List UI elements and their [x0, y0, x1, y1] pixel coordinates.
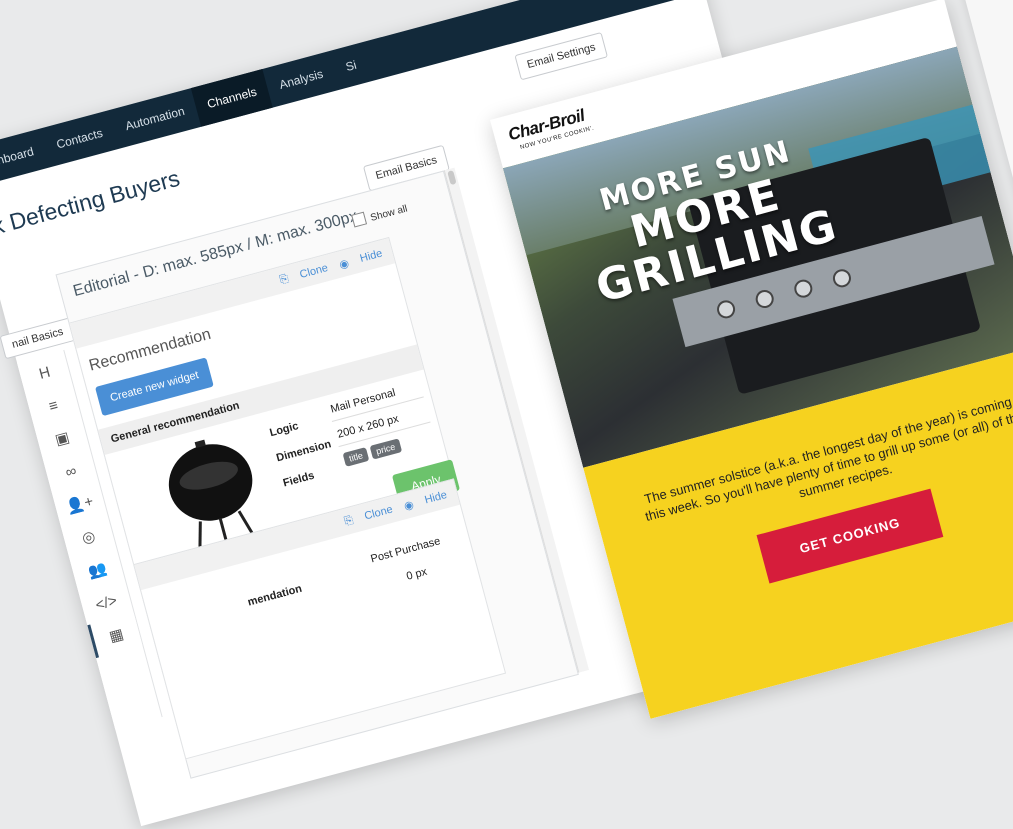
- clone-icon[interactable]: ⎘: [278, 272, 290, 287]
- page-title: ck Defecting Buyers: [0, 164, 183, 243]
- field-chip-title[interactable]: title: [342, 447, 370, 467]
- email-settings-button[interactable]: Email Settings: [514, 31, 609, 81]
- section-title-2: mendation: [246, 582, 304, 609]
- hide-link[interactable]: Hide: [423, 489, 448, 506]
- clone-icon[interactable]: ⎘: [343, 514, 355, 529]
- hide-icon[interactable]: ◉: [338, 256, 350, 271]
- show-all-label: Show all: [369, 203, 409, 224]
- field-chip-price[interactable]: price: [369, 438, 402, 460]
- dimension-value-2[interactable]: 0 px: [405, 566, 428, 583]
- logic-label: Logic: [268, 420, 300, 440]
- nav-contacts[interactable]: Contacts: [40, 110, 119, 167]
- hide-icon[interactable]: ◉: [402, 497, 415, 512]
- show-all-checkbox[interactable]: [351, 211, 368, 228]
- nav-automation[interactable]: Automation: [109, 88, 201, 149]
- logic-value-2[interactable]: Post Purchase: [369, 535, 441, 565]
- clone-link[interactable]: Clone: [363, 504, 394, 523]
- hide-link[interactable]: Hide: [359, 247, 384, 264]
- fields-label: Fields: [281, 469, 316, 490]
- clone-link[interactable]: Clone: [298, 262, 329, 281]
- scroll-thumb[interactable]: [447, 170, 457, 186]
- dimension-label: Dimension: [275, 438, 333, 465]
- show-all-toggle[interactable]: Show all: [351, 201, 409, 229]
- nav-analysis[interactable]: Analysis: [263, 51, 340, 107]
- nav-channels[interactable]: Channels: [190, 68, 274, 127]
